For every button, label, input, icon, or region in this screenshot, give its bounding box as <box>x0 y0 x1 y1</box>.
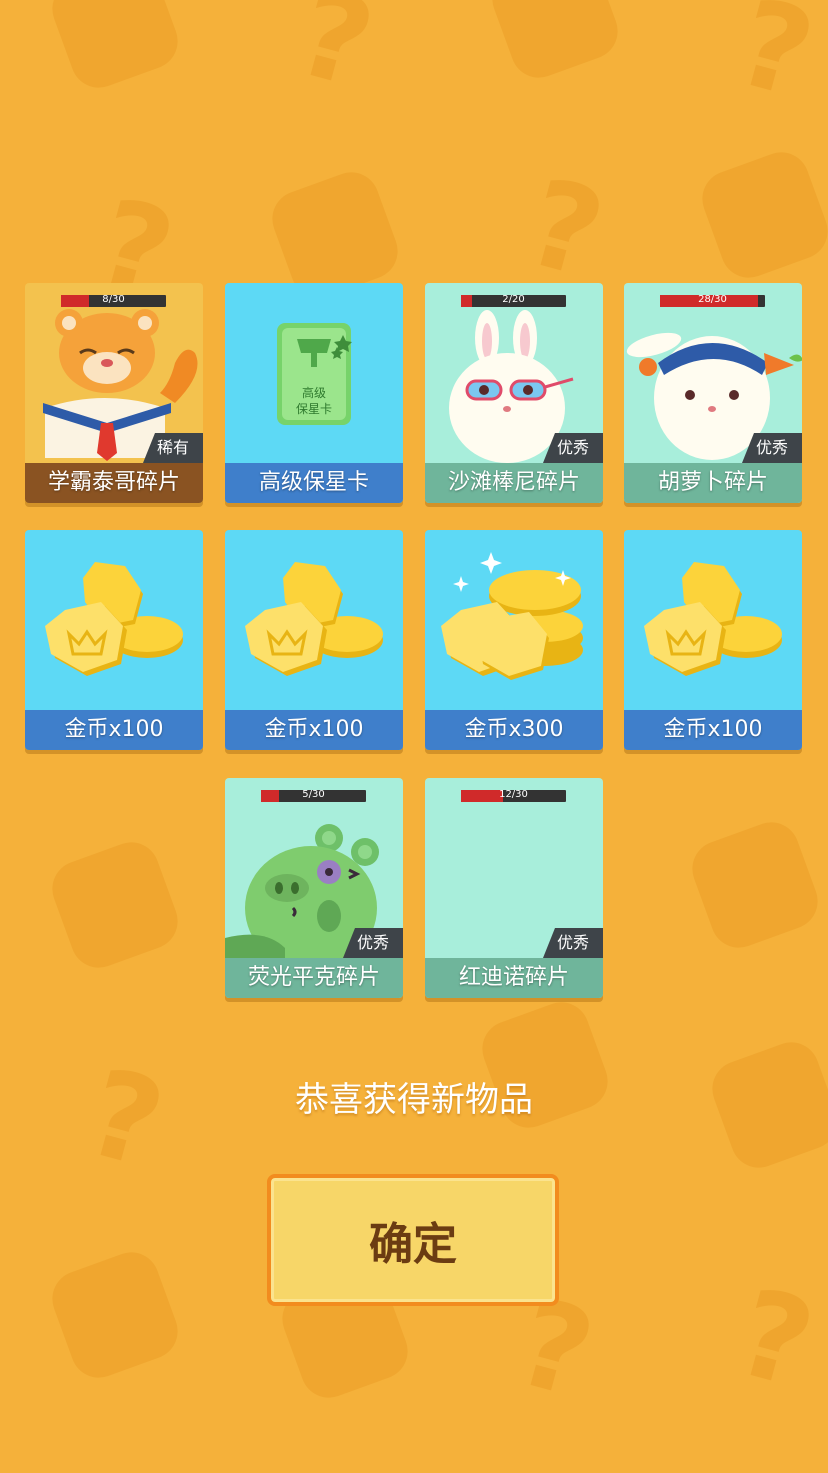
reward-message: 恭喜获得新物品 <box>295 1080 533 1120</box>
svg-text:高级: 高级 <box>302 385 326 400</box>
card-label: 荧光平克碎片 <box>225 958 403 998</box>
fragment-progress-bar: 28/30 <box>660 294 765 307</box>
progress-text: 12/30 <box>499 789 528 800</box>
reward-card-star-guard[interactable]: 高级 保星卡 高级保星卡 <box>225 283 403 503</box>
reward-card-glow-pink-fragment[interactable]: 5/30 优秀 荧光平克碎片 <box>225 778 403 998</box>
card-label: 红迪诺碎片 <box>425 958 603 998</box>
reward-card-coins-100[interactable]: 金币x100 <box>624 530 802 750</box>
card-label: 沙滩棒尼碎片 <box>425 463 603 503</box>
card-label: 高级保星卡 <box>225 463 403 503</box>
reward-card-carrot-fragment[interactable]: 28/30 优秀 胡萝卜碎片 <box>624 283 802 503</box>
progress-text: 2/20 <box>502 294 525 305</box>
fragment-progress-bar: 5/30 <box>261 789 366 802</box>
reward-card-coins-100[interactable]: 金币x100 <box>225 530 403 750</box>
card-label: 金币x100 <box>25 710 203 750</box>
reward-card-coins-300[interactable]: 金币x300 <box>425 530 603 750</box>
card-label: 学霸泰哥碎片 <box>25 463 203 503</box>
svg-text:保星卡: 保星卡 <box>296 402 332 416</box>
fragment-progress-bar: 12/30 <box>461 789 566 802</box>
reward-card-tiger-fragment[interactable]: 8/30 稀有 学霸泰哥碎片 <box>25 283 203 503</box>
reward-card-red-dino-fragment[interactable]: 12/30 优秀 红迪诺碎片 <box>425 778 603 998</box>
progress-text: 8/30 <box>102 294 125 305</box>
card-label: 金币x100 <box>624 710 802 750</box>
reward-card-coins-100[interactable]: 金币x100 <box>25 530 203 750</box>
confirm-button[interactable]: 确定 <box>267 1174 559 1306</box>
fragment-progress-bar: 8/30 <box>61 294 166 307</box>
card-label: 金币x100 <box>225 710 403 750</box>
progress-text: 5/30 <box>302 789 325 800</box>
reward-card-beach-bunny-fragment[interactable]: 2/20 优秀 沙滩棒尼碎片 <box>425 283 603 503</box>
card-label: 胡萝卜碎片 <box>624 463 802 503</box>
card-label: 金币x300 <box>425 710 603 750</box>
fragment-progress-bar: 2/20 <box>461 294 566 307</box>
progress-text: 28/30 <box>698 294 727 305</box>
